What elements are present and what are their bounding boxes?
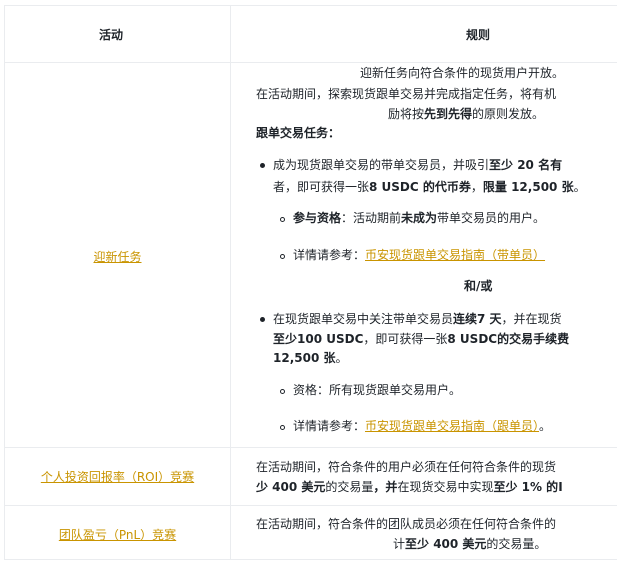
task2-line2: 至少100 USDC，即可获得一张8 USDC的交易手续费	[273, 332, 570, 346]
bullet-circle	[280, 254, 285, 259]
task1-line2: 者，即可获得一张8 USDC 的代币券，限量 12,500 张。	[273, 180, 586, 194]
pnl-line2: 计至少 400 美元的交易量。	[393, 537, 547, 551]
newcomer-line1: 迎新任务向符合条件的现货用户开放。	[360, 66, 565, 80]
task2-line3: 12,500 张。	[273, 351, 348, 365]
rules-table: 活动 规则 迎新任务 迎新任务向符合条件的现货用户开放。 在活动期间，探索现货跟…	[4, 5, 617, 560]
task2-line1: 在现货跟单交易中关注带单交易员连续7 天，并在现货	[273, 312, 562, 326]
task1-line1: 成为现货跟单交易的带单交易员，并吸引至少 20 名有	[273, 158, 563, 172]
header-rules: 规则	[466, 28, 491, 42]
activity-link-pnl[interactable]: 团队盈亏（PnL）竞赛	[5, 526, 230, 543]
section-title-copy-trading: 跟单交易任务：	[256, 126, 341, 140]
bullet-disc	[260, 163, 265, 168]
task1-details: 详情请参考：币安现货跟单交易指南（带单员）	[293, 248, 546, 262]
row-divider-2	[5, 505, 617, 506]
task1-eligibility: 参与资格：活动期前未成为带单交易员的用户。	[293, 211, 546, 225]
newcomer-line3: 励将按先到先得的原则发放。	[388, 107, 545, 121]
row-divider-1	[5, 447, 617, 448]
roi-line1: 在活动期间，符合条件的用户必须在任何符合条件的现货	[256, 460, 557, 474]
task2-details: 详情请参考：币安现货跟单交易指南（跟单员）。	[293, 419, 552, 433]
newcomer-line2: 在活动期间，探索现货跟单交易并完成指定任务，将有机	[256, 87, 557, 101]
guide-link-copy-trader[interactable]: 币安现货跟单交易指南（跟单员）	[365, 419, 539, 433]
header-activity: 活动	[99, 28, 124, 42]
activity-link-roi[interactable]: 个人投资回报率（ROI）竞赛	[5, 468, 230, 485]
guide-link-lead-trader[interactable]: 币安现货跟单交易指南（带单员）	[365, 248, 545, 262]
pnl-line1: 在活动期间，符合条件的团队成员必须在任何符合条件的	[256, 517, 557, 531]
column-divider	[230, 6, 231, 559]
bullet-circle	[280, 425, 285, 430]
roi-line2: 少 400 美元的交易量，并在现货交易中实现至少 1% 的I	[256, 480, 563, 494]
task2-eligibility: 资格：所有现货跟单交易用户。	[293, 383, 462, 397]
bullet-circle	[280, 389, 285, 394]
and-or-label: 和/或	[464, 279, 493, 293]
bullet-disc	[260, 317, 265, 322]
activity-link-newcomer[interactable]: 迎新任务	[5, 248, 230, 265]
header-divider	[5, 62, 617, 63]
bullet-circle	[280, 217, 285, 222]
